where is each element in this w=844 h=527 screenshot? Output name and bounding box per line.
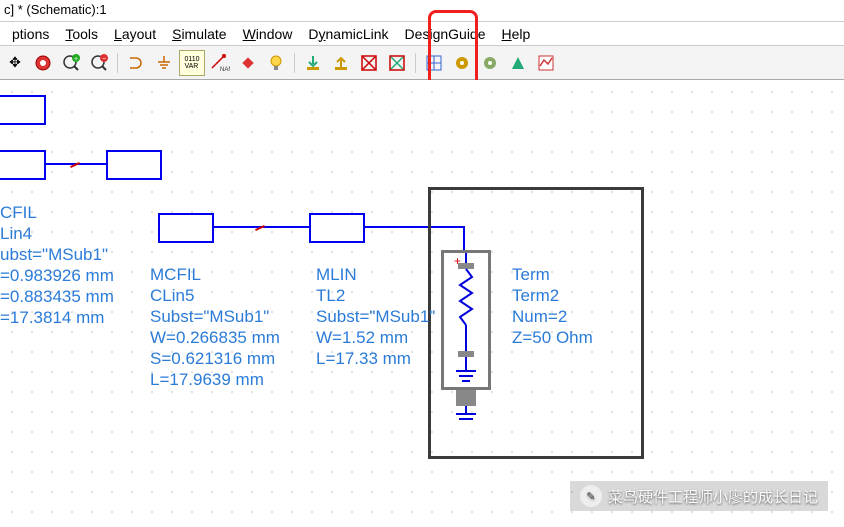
svg-text:NAME: NAME bbox=[220, 67, 230, 72]
toolbar-separator bbox=[294, 53, 295, 73]
component-rect-lin4b[interactable] bbox=[106, 150, 162, 180]
zoom-out-icon[interactable]: − bbox=[86, 50, 112, 76]
label-clin4[interactable]: CFIL Lin4 ubst="MSub1" =0.983926 mm =0.8… bbox=[0, 202, 114, 328]
sim-down-icon[interactable] bbox=[300, 50, 326, 76]
component-rect-clin5b[interactable] bbox=[309, 213, 365, 243]
label-tl2[interactable]: MLIN TL2 Subst="MSub1" W=1.52 mm L=17.33… bbox=[316, 264, 435, 369]
gear2-icon[interactable] bbox=[477, 50, 503, 76]
menu-options[interactable]: ptions bbox=[4, 24, 57, 44]
ground-icon[interactable] bbox=[151, 50, 177, 76]
watermark: ✎ 菜鸟硬件工程师小廖的成长日记 bbox=[570, 481, 828, 511]
menu-layout[interactable]: Layout bbox=[106, 24, 164, 44]
svg-text:+: + bbox=[74, 56, 78, 63]
menu-bar: ptions Tools Layout Simulate Window Dyna… bbox=[0, 22, 844, 46]
menu-tools[interactable]: Tools bbox=[57, 24, 106, 44]
zoom-in-icon[interactable]: + bbox=[58, 50, 84, 76]
menu-simulate[interactable]: Simulate bbox=[164, 24, 234, 44]
window-title: c] * (Schematic):1 bbox=[4, 2, 107, 17]
label-clin5[interactable]: MCFIL CLin5 Subst="MSub1" W=0.266835 mm … bbox=[150, 264, 280, 390]
name-icon[interactable]: NAME bbox=[207, 50, 233, 76]
toolbar: ✥ + − 0110VAR NAME bbox=[0, 46, 844, 80]
menu-dynamiclink[interactable]: DynamicLink bbox=[300, 24, 396, 44]
toolbar-separator bbox=[415, 53, 416, 73]
toolbar-separator bbox=[117, 53, 118, 73]
watermark-icon: ✎ bbox=[580, 485, 602, 507]
gate-icon[interactable] bbox=[123, 50, 149, 76]
globe-icon[interactable] bbox=[30, 50, 56, 76]
chart-icon[interactable] bbox=[533, 50, 559, 76]
component-rect-clin5a[interactable] bbox=[158, 213, 214, 243]
component-rect-lin4a[interactable] bbox=[0, 150, 46, 180]
move-icon[interactable]: ✥ bbox=[2, 50, 28, 76]
component-rect[interactable] bbox=[0, 95, 46, 125]
schematic-canvas[interactable]: + CFIL Lin4 ubst="MSub1" =0.983926 mm =0… bbox=[0, 80, 844, 527]
svg-text:−: − bbox=[102, 56, 106, 63]
sim-up-icon[interactable] bbox=[328, 50, 354, 76]
var-icon[interactable]: 0110VAR bbox=[179, 50, 205, 76]
watermark-text: 菜鸟硬件工程师小廖的成长日记 bbox=[608, 486, 818, 507]
deactivate-open-icon[interactable] bbox=[384, 50, 410, 76]
diamond-icon[interactable] bbox=[235, 50, 261, 76]
label-term2[interactable]: Term Term2 Num=2 Z=50 Ohm bbox=[512, 264, 593, 348]
title-bar: c] * (Schematic):1 bbox=[0, 0, 844, 22]
menu-help[interactable]: Help bbox=[494, 24, 539, 44]
menu-window[interactable]: Window bbox=[235, 24, 301, 44]
bulb-icon[interactable] bbox=[263, 50, 289, 76]
term-component[interactable]: + bbox=[441, 250, 491, 390]
tri-up-icon[interactable] bbox=[505, 50, 531, 76]
deactivate-short-icon[interactable] bbox=[356, 50, 382, 76]
